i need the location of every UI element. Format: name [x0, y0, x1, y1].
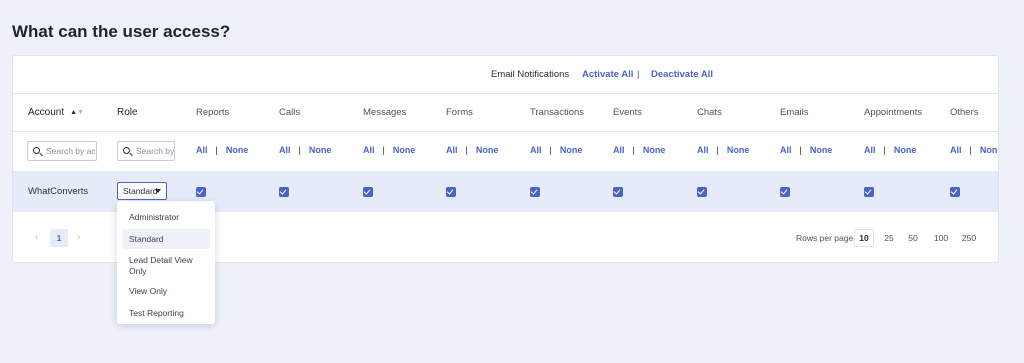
- pipe: |: [799, 145, 802, 155]
- emails-none-link[interactable]: None: [810, 145, 833, 155]
- forms-checkbox[interactable]: [446, 187, 456, 197]
- others-none-link[interactable]: Non: [980, 145, 998, 155]
- transactions-none-link[interactable]: None: [560, 145, 583, 155]
- column-header-appointments: Appointments: [864, 107, 923, 118]
- transactions-all-none: All | None: [530, 145, 582, 155]
- role-option-lead-detail-view-only[interactable]: Lead Detail View Only: [122, 255, 210, 279]
- forms-none-link[interactable]: None: [476, 145, 499, 155]
- chats-none-link[interactable]: None: [727, 145, 750, 155]
- appointments-all-link[interactable]: All: [864, 145, 876, 155]
- column-header-transactions: Transactions: [530, 107, 585, 118]
- calls-all-link[interactable]: All: [279, 145, 291, 155]
- forms-all-link[interactable]: All: [446, 145, 458, 155]
- reports-all-none: All | None: [196, 145, 248, 155]
- chats-checkbox[interactable]: [697, 187, 707, 197]
- account-name: WhatConverts: [28, 186, 89, 197]
- messages-all-none: All | None: [363, 145, 415, 155]
- reports-all-link[interactable]: All: [196, 145, 208, 155]
- reports-none-link[interactable]: None: [226, 145, 249, 155]
- chats-all-none: All | None: [697, 145, 749, 155]
- transactions-all-link[interactable]: All: [530, 145, 542, 155]
- role-dropdown-menu: Administrator Standard Lead Detail View …: [117, 201, 215, 324]
- pipe: |: [716, 145, 719, 155]
- chats-all-link[interactable]: All: [697, 145, 709, 155]
- email-notifications-bar: Email Notifications Activate All | Deact…: [13, 69, 998, 83]
- column-header-account-label: Account: [28, 107, 65, 118]
- column-header-reports: Reports: [196, 107, 230, 118]
- calls-checkbox[interactable]: [279, 187, 289, 197]
- search-icon: [33, 147, 40, 154]
- deactivate-all-link[interactable]: Deactivate All: [651, 69, 713, 80]
- divider: [13, 93, 998, 94]
- search-icon: [123, 147, 130, 154]
- divider: [13, 131, 998, 132]
- pipe: |: [382, 145, 385, 155]
- emails-all-link[interactable]: All: [780, 145, 792, 155]
- appointments-all-none: All | None: [864, 145, 916, 155]
- rows-per-page-label: Rows per page: [796, 233, 854, 243]
- pipe: |: [215, 145, 218, 155]
- column-header-others: Others: [950, 107, 979, 118]
- page-title: What can the user access?: [12, 22, 231, 41]
- pipe: |: [883, 145, 886, 155]
- calls-all-none: All | None: [279, 145, 331, 155]
- emails-all-none: All | None: [780, 145, 832, 155]
- column-header-chats: Chats: [697, 107, 722, 118]
- activate-all-link[interactable]: Activate All: [582, 69, 633, 80]
- emails-checkbox[interactable]: [780, 187, 790, 197]
- column-header-events: Events: [613, 107, 643, 118]
- role-option-view-only[interactable]: View Only: [122, 286, 210, 300]
- rows-per-page-option[interactable]: 100: [931, 229, 951, 247]
- role-select[interactable]: Standard: [117, 182, 167, 200]
- messages-checkbox[interactable]: [363, 187, 373, 197]
- role-option-test-reporting[interactable]: Test Reporting: [122, 308, 210, 322]
- others-all-link[interactable]: All: [950, 145, 962, 155]
- sort-icon[interactable]: ▲▼: [70, 109, 84, 116]
- email-notifications-label: Email Notifications: [491, 69, 570, 80]
- rows-per-page-option[interactable]: 10: [854, 229, 874, 247]
- messages-none-link[interactable]: None: [393, 145, 416, 155]
- column-header-role: Role: [117, 107, 138, 118]
- appointments-checkbox[interactable]: [864, 187, 874, 197]
- column-header-calls: Calls: [279, 107, 301, 118]
- rows-per-page-option[interactable]: 50: [905, 229, 921, 247]
- rows-per-page-option[interactable]: 25: [881, 229, 897, 247]
- column-header-messages: Messages: [363, 107, 407, 118]
- separator: |: [637, 69, 640, 80]
- chevron-left-icon[interactable]: ‹: [35, 232, 38, 243]
- reports-checkbox[interactable]: [196, 187, 206, 197]
- rows-per-page-option[interactable]: 250: [959, 229, 979, 247]
- column-header-account[interactable]: Account ▲▼: [28, 107, 84, 118]
- events-none-link[interactable]: None: [643, 145, 666, 155]
- pipe: |: [298, 145, 301, 155]
- role-select-value: Standard: [123, 186, 158, 196]
- column-header-emails: Emails: [780, 107, 809, 118]
- messages-all-link[interactable]: All: [363, 145, 375, 155]
- others-checkbox[interactable]: [950, 187, 960, 197]
- page-button-current[interactable]: 1: [50, 229, 68, 247]
- pipe: |: [465, 145, 468, 155]
- chevron-right-icon[interactable]: ›: [77, 232, 80, 243]
- role-option-standard[interactable]: Standard: [122, 229, 210, 249]
- column-header-forms: Forms: [446, 107, 473, 118]
- events-all-none: All | None: [613, 145, 665, 155]
- pipe: |: [632, 145, 635, 155]
- role-option-administrator[interactable]: Administrator: [122, 212, 210, 226]
- account-search-input[interactable]: Search by acc: [27, 141, 97, 161]
- events-checkbox[interactable]: [613, 187, 623, 197]
- role-search-input[interactable]: Search by: [117, 141, 175, 161]
- appointments-none-link[interactable]: None: [894, 145, 917, 155]
- role-search-placeholder: Search by: [136, 146, 175, 156]
- events-all-link[interactable]: All: [613, 145, 625, 155]
- transactions-checkbox[interactable]: [530, 187, 540, 197]
- caret-down-icon: [155, 189, 161, 193]
- forms-all-none: All | None: [446, 145, 498, 155]
- others-all-none: All | Non: [950, 145, 997, 155]
- account-search-placeholder: Search by acc: [46, 146, 97, 156]
- pipe: |: [549, 145, 552, 155]
- pipe: |: [969, 145, 972, 155]
- calls-none-link[interactable]: None: [309, 145, 332, 155]
